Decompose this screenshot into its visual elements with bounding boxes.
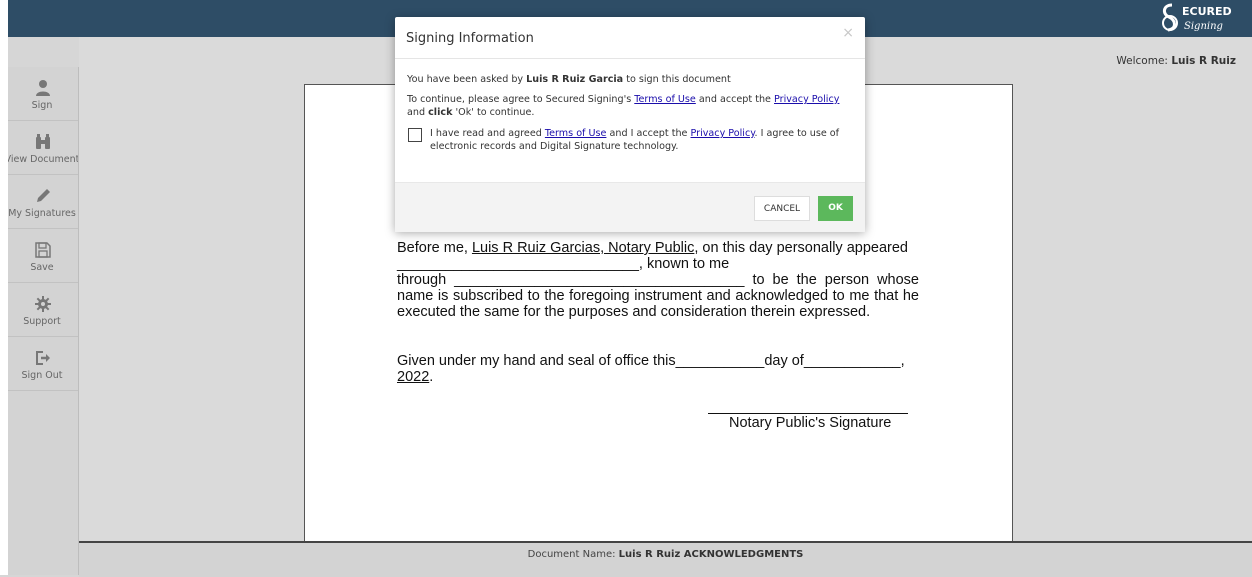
sidebar-item-label: View Document (8, 154, 78, 165)
footer-label: Document Name: (527, 549, 616, 560)
continue-text-post: 'Ok' to continue. (455, 107, 535, 118)
welcome-user: Luis R Ruiz (1171, 55, 1236, 67)
sidebar-item-support[interactable]: Support (8, 283, 78, 337)
continue-text-pre: To continue, please agree to Secured Sig… (407, 94, 632, 105)
requester-name: Luis R Ruiz Garcia (526, 74, 624, 85)
sidebar: Sign View Document My Signatures Save Su… (8, 67, 79, 575)
left-edge-strip (0, 0, 8, 575)
ok-button[interactable]: OK (818, 196, 853, 221)
sidebar-item-save[interactable]: Save (8, 229, 78, 283)
dialog-footer: CANCEL OK (395, 182, 865, 232)
agree-text-mid: and I accept the (609, 128, 688, 139)
sidebar-item-label: My Signatures (8, 208, 76, 219)
dialog-header: Signing Information × (395, 17, 865, 59)
request-text-post: to sign this document (626, 74, 731, 85)
year-period: . (429, 369, 434, 385)
user-icon (36, 80, 50, 96)
agree-privacy-policy-link[interactable]: Privacy Policy (691, 128, 755, 139)
continue-line: To continue, please agree to Secured Sig… (407, 93, 853, 119)
sidebar-item-label: Sign (31, 100, 53, 111)
close-icon[interactable]: × (842, 25, 854, 41)
agree-checkbox[interactable] (408, 128, 422, 142)
agree-terms-of-use-link[interactable]: Terms of Use (545, 128, 607, 139)
gear-icon (35, 296, 51, 312)
request-text-pre: You have been asked by (407, 74, 524, 85)
continue-text-and: and (407, 107, 426, 118)
agreement-row: I have read and agreed Terms of Use and … (407, 127, 853, 153)
document-body: Before me, Luis R Ruiz Garcias, Notary P… (397, 240, 919, 385)
dialog-title: Signing Information (406, 31, 534, 46)
document-line-3: through ________________________________… (397, 272, 919, 320)
sidebar-item-label: Sign Out (21, 370, 63, 381)
doc-text-after: , on this day personally appeared (694, 240, 908, 256)
document-paragraph-1: Before me, Luis R Ruiz Garcias, Notary P… (397, 240, 919, 256)
sign-out-icon (36, 351, 50, 365)
notary-name: Luis R Ruiz Garcias, Notary Public (471, 240, 695, 256)
signing-information-dialog: Signing Information × You have been aske… (395, 17, 865, 232)
continue-text-mid: and accept the (698, 94, 771, 105)
save-icon (35, 242, 51, 258)
svg-text:ECURED: ECURED (1182, 5, 1232, 18)
request-line: You have been asked by Luis R Ruiz Garci… (407, 73, 853, 86)
document-paragraph-2: Given under my hand and seal of office t… (397, 353, 919, 385)
sidebar-item-sign-out[interactable]: Sign Out (8, 337, 78, 391)
document-name: Luis R Ruiz ACKNOWLEDGMENTS (618, 549, 804, 560)
document-line-2: ______________________________, known to… (397, 256, 730, 272)
welcome-message: Welcome: Luis R Ruiz (1116, 55, 1236, 67)
welcome-prefix: Welcome: (1116, 55, 1168, 67)
signature-line (708, 413, 908, 414)
document-year: 2022 (397, 369, 430, 385)
doc-text-before: Before me, (397, 240, 468, 256)
document-footer: Document Name: Luis R Ruiz ACKNOWLEDGMEN… (79, 541, 1252, 577)
sidebar-item-label: Support (23, 316, 61, 327)
dialog-body: You have been asked by Luis R Ruiz Garci… (395, 59, 865, 153)
terms-of-use-link[interactable]: Terms of Use (634, 94, 696, 105)
privacy-policy-link[interactable]: Privacy Policy (774, 94, 839, 105)
svg-text:Signing: Signing (1184, 21, 1223, 32)
pencil-icon (37, 189, 50, 202)
secured-signing-logo: ECURED Signing (1162, 3, 1232, 32)
given-text: Given under my hand and seal of office t… (397, 353, 905, 369)
binoculars-icon (36, 134, 50, 149)
agree-text-pre: I have read and agreed (430, 128, 542, 139)
sidebar-item-label: Save (30, 262, 54, 273)
cancel-button[interactable]: CANCEL (754, 196, 810, 221)
signature-label: Notary Public's Signature (729, 415, 892, 431)
sidebar-item-sign[interactable]: Sign (8, 67, 78, 121)
sidebar-item-view-document[interactable]: View Document (8, 121, 78, 175)
sidebar-item-my-signatures[interactable]: My Signatures (8, 175, 78, 229)
click-word: click (428, 107, 453, 118)
